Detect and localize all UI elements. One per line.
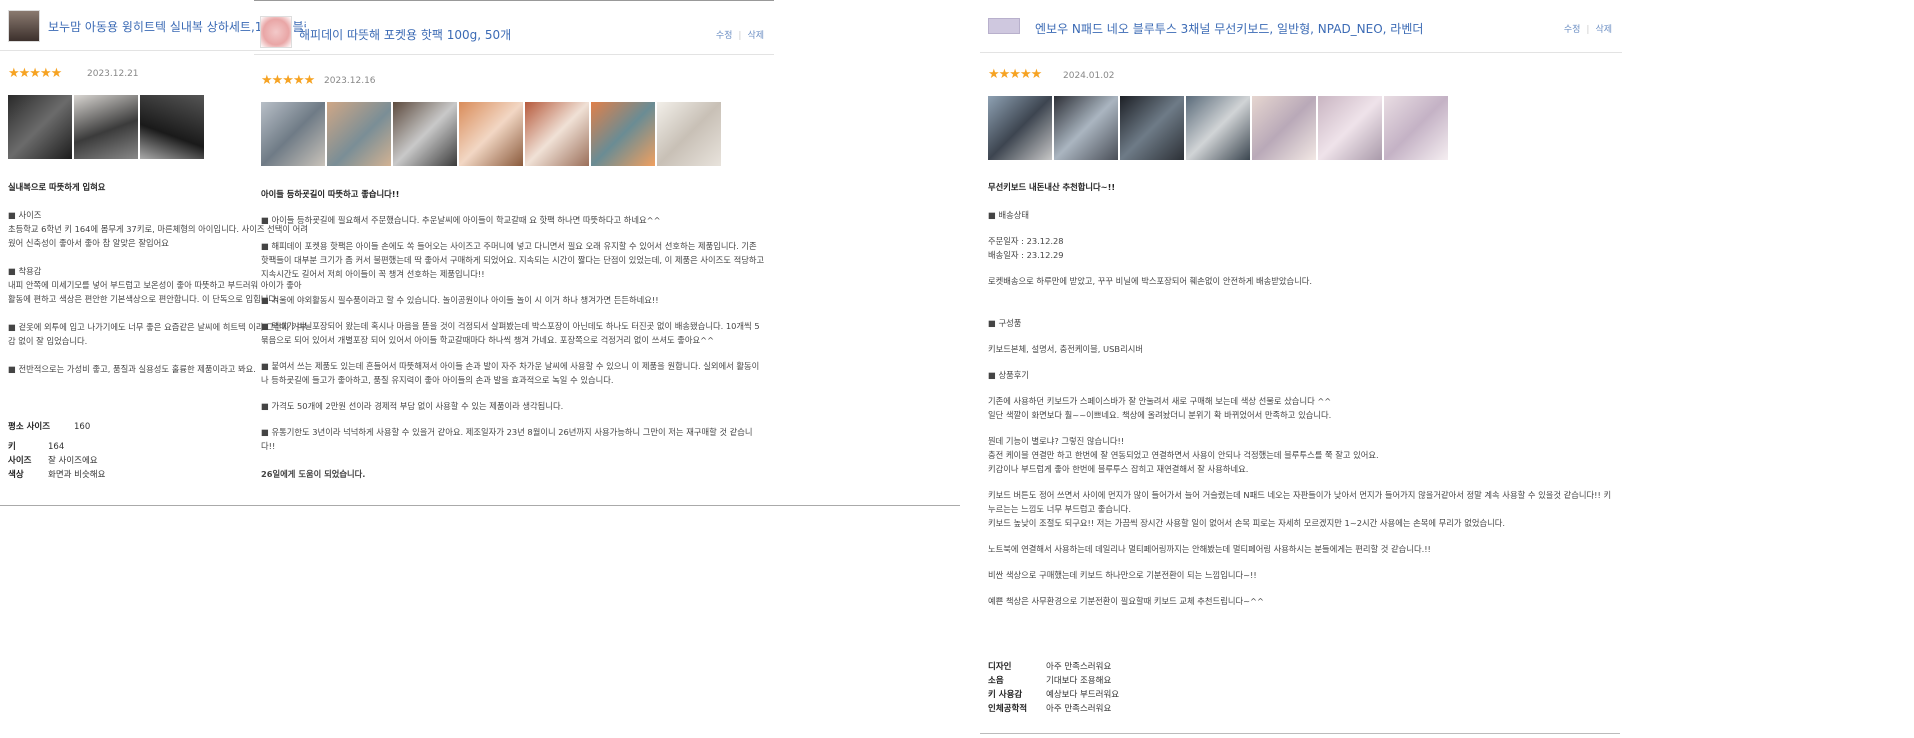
review-paragraph: 비싼 색상으로 구매했는데 키보드 하나만으로 기분전환이 되는 느낌입니다~!…: [988, 570, 1257, 580]
review-photo[interactable]: [988, 96, 1052, 160]
rating-row: 색상 화면과 비슷해요: [8, 470, 106, 480]
review-photo[interactable]: [8, 95, 72, 159]
product-thumbnail[interactable]: [8, 10, 40, 42]
rating-row: 디자인 아주 만족스러워요: [988, 662, 1112, 672]
review-paragraph: ■ 배송상태: [988, 210, 1030, 220]
helpful-count: 26일에게 도움이 되었습니다.: [261, 469, 366, 479]
rating-row: 키 164: [8, 442, 65, 452]
review-card-3: 엔보우 N패드 네오 블루투스 3채널 무선키보드, 일반형, NPAD_NEO…: [980, 0, 1622, 738]
review-headline: 무선키보드 내돈내산 추천합니다~!!: [988, 182, 1116, 192]
review-paragraph: 주문일자 : 23.12.28 배송일자 : 23.12.29: [988, 236, 1064, 260]
survey-ratings: 평소 사이즈 160 키 164 사이즈 잘 사이즈에요 색상 화면과 비슷해요: [8, 420, 105, 482]
product-title-link[interactable]: 엔보우 N패드 네오 블루투스 3채널 무선키보드, 일반형, NPAD_NEO…: [1035, 20, 1423, 37]
review-photo[interactable]: [261, 102, 325, 166]
review-body: 무선키보드 내돈내산 추천합니다~!! ■ 배송상태 주문일자 : 23.12.…: [988, 180, 1618, 608]
delete-link[interactable]: 삭제: [747, 31, 764, 41]
review-photos: [261, 102, 721, 166]
review-paragraph: 노트북에 연결해서 사용하는데 데일리나 멀티페어링까지는 안해봤는데 멀티페어…: [988, 544, 1431, 554]
review-card-2: 해피데이 따뜻해 포켓용 핫팩 100g, 50개 수정 | 삭제 ★★★★★ 20…: [254, 0, 774, 510]
rating-row: 인체공학적 아주 만족스러워요: [988, 704, 1112, 714]
edit-link[interactable]: 수정: [1564, 25, 1581, 35]
review-photo[interactable]: [1252, 96, 1316, 160]
review-photo[interactable]: [393, 102, 457, 166]
review-paragraph: 키보드 버튼도 정어 쓰면서 사이에 먼지가 많이 들어가서 늘어 거슬렸는데 …: [988, 490, 1612, 528]
review-photo[interactable]: [140, 95, 204, 159]
review-photo[interactable]: [657, 102, 721, 166]
review-paragraph: ■ 가격도 50개에 2만원 선이라 경제적 부담 없이 사용할 수 있는 제품…: [261, 401, 564, 411]
review-date: 2023.12.16: [324, 76, 376, 86]
divider: [980, 733, 1620, 734]
review-paragraph: ■ 아이들 등하굣길에 필요해서 주문했습니다. 추운날씨에 아이들이 학교갈때…: [261, 215, 661, 225]
review-paragraph: 키보드본체, 설명서, 충전케이블, USB리시버: [988, 344, 1143, 354]
review-photo[interactable]: [74, 95, 138, 159]
review-photo[interactable]: [1384, 96, 1448, 160]
review-paragraph: ■ 해피데이 포켓용 핫팩은 아이들 손에도 쏙 들어오는 사이즈고 주머니에 …: [261, 241, 765, 279]
rating-row: 소음 기대보다 조용해요: [988, 676, 1112, 686]
review-header: 해피데이 따뜻해 포켓용 핫팩 100g, 50개 수정 | 삭제: [254, 8, 774, 55]
rating-row: 키 사용감 예상보다 부드러워요: [988, 690, 1120, 700]
review-headline: 아이들 등하굣길이 따뜻하고 좋습니다!!: [261, 189, 400, 199]
review-actions: 수정 | 삭제: [715, 31, 764, 41]
review-photo[interactable]: [525, 102, 589, 166]
star-rating: ★★★★★: [988, 67, 1042, 82]
star-rating: ★★★★★: [8, 66, 62, 81]
divider: [0, 505, 960, 506]
review-date: 2023.12.21: [87, 69, 139, 79]
rating-row: 사이즈 잘 사이즈에요: [8, 456, 98, 466]
review-photo[interactable]: [591, 102, 655, 166]
review-paragraph: ■ 상품후기: [988, 370, 1030, 380]
review-photo[interactable]: [459, 102, 523, 166]
review-paragraph: 기존에 사용하던 키보드가 스페이스바가 잘 안눌려서 새로 구매해 보는데 색…: [988, 396, 1332, 420]
survey-ratings: 디자인 아주 만족스러워요 소음 기대보다 조용해요 키 사용감 예상보다 부드러워요…: [988, 660, 1119, 716]
review-photo[interactable]: [1186, 96, 1250, 160]
review-body: 아이들 등하굣길이 따뜻하고 좋습니다!! ■ 아이들 등하굣길에 필요해서 주…: [261, 187, 766, 481]
review-paragraph: ■ 유통기한도 3년이라 넉넉하게 사용할 수 있을거 같아요. 제조일자가 2…: [261, 427, 753, 451]
review-photo[interactable]: [1318, 96, 1382, 160]
review-photo[interactable]: [1120, 96, 1184, 160]
review-photo[interactable]: [327, 102, 391, 166]
review-paragraph: ■ 택배가 비닐포장되어 왔는데 혹시나 마음을 뜯을 것이 걱정되서 살펴봤는…: [261, 321, 760, 345]
product-thumbnail[interactable]: [260, 16, 292, 48]
review-paragraph: ■ 붙여서 쓰는 제품도 있는데 흔들어서 따뜻해져서 아이들 손과 발이 자주…: [261, 361, 760, 385]
review-actions: 수정 | 삭제: [1563, 25, 1612, 35]
review-date: 2024.01.02: [1063, 71, 1115, 81]
review-paragraph: 예쁜 책상은 사무환경으로 기분전환이 필요할때 키보드 교체 추천드립니다~^…: [988, 596, 1264, 606]
review-header: 엔보우 N패드 네오 블루투스 3채널 무선키보드, 일반형, NPAD_NEO…: [980, 0, 1622, 53]
review-photos: [988, 96, 1448, 160]
review-paragraph: 뭔데 기능이 별로냐? 그렇진 않습니다!! 충전 케이블 연결만 하고 한번에…: [988, 436, 1379, 474]
delete-link[interactable]: 삭제: [1595, 25, 1612, 35]
edit-link[interactable]: 수정: [716, 31, 733, 41]
review-photos: [8, 95, 204, 159]
review-photo[interactable]: [1054, 96, 1118, 160]
review-paragraph: ■ 구성품: [988, 318, 1022, 328]
star-rating: ★★★★★: [261, 73, 315, 88]
review-paragraph: ■ 겨울에 야외활동시 필수품이라고 할 수 있습니다. 놀이공원이나 아이들 …: [261, 295, 659, 305]
product-title-link[interactable]: 해피데이 따뜻해 포켓용 핫팩 100g, 50개: [299, 26, 511, 43]
product-thumbnail[interactable]: [988, 18, 1020, 34]
rating-row: 평소 사이즈 160: [8, 422, 91, 432]
review-paragraph: 로켓배송으로 하루만에 받았고, 꾸꾸 비닐에 박스포장되어 훼손없이 안전하게…: [988, 276, 1313, 286]
